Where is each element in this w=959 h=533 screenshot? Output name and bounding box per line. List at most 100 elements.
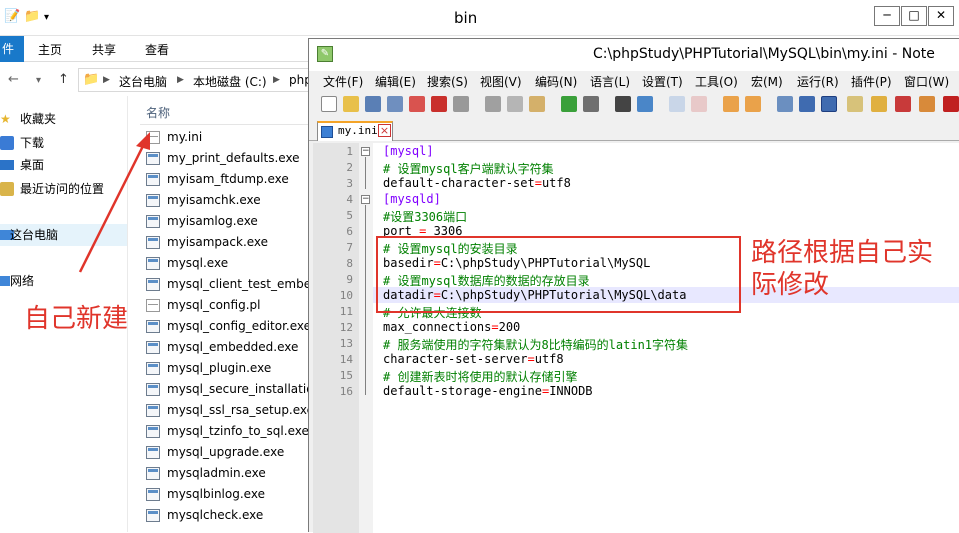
exe-file-icon [146,215,160,228]
menu-macro[interactable]: 宏(M) [751,73,783,90]
file-row[interactable]: myisampack.exe [146,233,316,254]
file-row[interactable]: my.ini [146,128,316,149]
menu-plugins[interactable]: 插件(P) [851,73,892,90]
maximize-button[interactable]: □ [901,6,927,26]
fold-toggle-icon[interactable]: − [361,195,370,204]
menu-run[interactable]: 运行(R) [797,73,839,90]
nav-item-recent[interactable]: 最近访问的位置 [0,178,127,200]
menu-language[interactable]: 语言(L) [590,73,630,90]
record-macro-icon[interactable] [943,96,959,112]
minimize-button[interactable]: ─ [874,6,900,26]
recent-dropdown-icon[interactable]: ▾ [36,75,41,86]
save-all-icon[interactable] [387,96,403,112]
tab-home[interactable]: 主页 [38,41,62,58]
folder-icon: 📁 [83,72,100,87]
up-icon[interactable]: ↑ [58,72,69,87]
code-line: # 创建新表时将使用的默认存储引擎 [383,368,577,385]
replace-icon[interactable] [637,96,653,112]
copy-icon[interactable] [507,96,523,112]
file-row[interactable]: mysql_embedded.exe [146,338,316,359]
file-name: mysql_tzinfo_to_sql.exe [167,424,309,438]
indent-guide-icon[interactable] [821,96,837,112]
file-row[interactable]: mysql_ssl_rsa_setup.exe [146,401,316,422]
nav-item-desktop[interactable]: 桌面 [0,154,127,176]
close-all-icon[interactable] [431,96,447,112]
annotation-modify-path: 路径根据自己实际修改 [751,238,934,300]
close-tab-icon[interactable]: × [378,124,391,137]
tab-share[interactable]: 共享 [92,41,116,58]
column-header-name[interactable]: 名称 [146,104,170,121]
menu-tools[interactable]: 工具(O) [695,73,738,90]
exe-file-icon [146,509,160,522]
close-button[interactable]: ✕ [928,6,954,26]
function-list-icon[interactable] [895,96,911,112]
exe-file-icon [146,467,160,480]
zoom-in-icon[interactable] [669,96,685,112]
paste-icon[interactable] [529,96,545,112]
tab-view[interactable]: 查看 [145,41,169,58]
file-row[interactable]: mysql_config.pl [146,296,316,317]
undo-icon[interactable] [561,96,577,112]
file-row[interactable]: mysql_config_editor.exe [146,317,316,338]
file-row[interactable]: mysql_tzinfo_to_sql.exe [146,422,316,443]
tab-my-ini[interactable]: my.ini × [317,121,393,141]
tab-file[interactable]: 件 [0,36,24,62]
file-row[interactable]: mysql_secure_installation [146,380,316,401]
menu-view[interactable]: 视图(V) [480,73,522,90]
menu-window[interactable]: 窗口(W) [904,73,949,90]
udl-icon[interactable] [847,96,863,112]
editor[interactable]: 1 2 3 4 5 6 7 8 9 10 11 12 13 14 15 16 − − [mysql] # 设置m… [313,143,959,533]
menu-search[interactable]: 搜索(S) [427,73,468,90]
menu-settings[interactable]: 设置(T) [642,73,683,90]
save-icon[interactable] [365,96,381,112]
close-file-icon[interactable] [409,96,425,112]
print-icon[interactable] [453,96,469,112]
file-row[interactable]: mysqladmin.exe [146,464,316,485]
exe-file-icon [146,320,160,333]
zoom-out-icon[interactable] [691,96,707,112]
file-row[interactable]: mysql_plugin.exe [146,359,316,380]
exe-file-icon [146,404,160,417]
code-line: [mysql] [383,144,434,158]
sync-horizontal-icon[interactable] [745,96,761,112]
folder-workspace-icon[interactable] [919,96,935,112]
nav-item-downloads[interactable]: 下载 [0,132,127,154]
file-row[interactable]: myisamlog.exe [146,212,316,233]
breadcrumb-local-disk[interactable]: 本地磁盘 (C:) [193,73,267,90]
file-row[interactable]: myisamchk.exe [146,191,316,212]
quick-access-dropdown-icon[interactable]: ▾ [44,12,49,23]
cut-icon[interactable] [485,96,501,112]
new-folder-icon[interactable]: 📁 [24,9,40,24]
open-file-icon[interactable] [343,96,359,112]
redo-icon[interactable] [583,96,599,112]
nav-item-this-pc[interactable]: 这台电脑 [0,224,127,246]
file-row[interactable]: myisam_ftdump.exe [146,170,316,191]
nav-item-favorites[interactable]: ★ 收藏夹 [0,108,127,130]
properties-icon[interactable]: 📝 [4,9,20,24]
file-row[interactable]: mysql_upgrade.exe [146,443,316,464]
file-row[interactable]: mysqlbinlog.exe [146,485,316,506]
file-name: mysqlcheck.exe [167,508,264,522]
explorer-title: bin [454,9,478,27]
word-wrap-icon[interactable] [777,96,793,112]
config-key: default-storage-engine [383,384,542,398]
menu-encoding[interactable]: 编码(N) [535,73,577,90]
file-row[interactable]: my_print_defaults.exe [146,149,316,170]
file-row[interactable]: mysql_client_test_embed [146,275,316,296]
menu-edit[interactable]: 编辑(E) [375,73,416,90]
config-equals: = [491,320,499,334]
file-name: myisamchk.exe [167,193,261,207]
back-icon[interactable]: ← [8,72,19,87]
file-row[interactable]: mysql.exe [146,254,316,275]
breadcrumb-this-pc[interactable]: 这台电脑 [119,73,167,90]
file-row[interactable]: mysqlcheck.exe [146,506,316,527]
text-file-icon [146,383,160,396]
menu-file[interactable]: 文件(F) [323,73,363,90]
new-file-icon[interactable] [321,96,337,112]
fold-toggle-icon[interactable]: − [361,147,370,156]
sync-vertical-icon[interactable] [723,96,739,112]
find-icon[interactable] [615,96,631,112]
nav-item-network[interactable]: 网络 [0,270,127,292]
show-all-chars-icon[interactable] [799,96,815,112]
doc-map-icon[interactable] [871,96,887,112]
